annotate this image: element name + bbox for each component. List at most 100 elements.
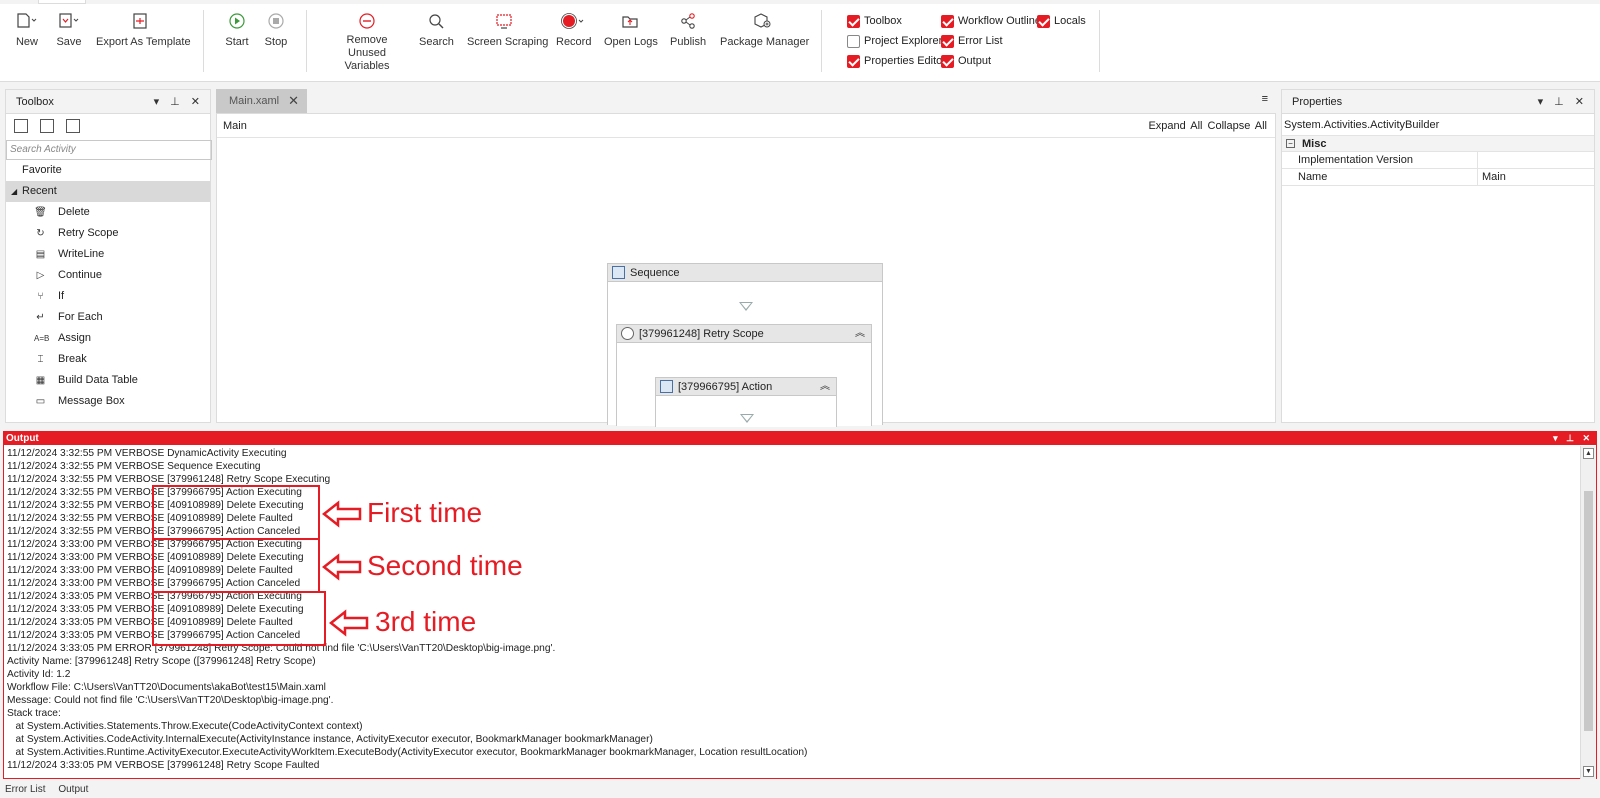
log-line: at System.Activities.CodeActivity.Intern…	[7, 734, 653, 745]
ribbon: New Save Export As Template Start Stop R…	[0, 0, 1600, 82]
toolbox-item-break[interactable]: ⌶ Break	[6, 349, 210, 370]
property-value[interactable]	[1477, 152, 1595, 169]
stop-button[interactable]: Stop	[263, 12, 289, 72]
output-checkbox[interactable]: Output	[941, 53, 991, 69]
annotation-second-time: Second time	[367, 550, 523, 581]
search-button[interactable]: Search	[419, 12, 454, 72]
highlight-box-second	[152, 538, 320, 593]
expand-all-link[interactable]: Expand All	[1148, 120, 1202, 132]
properties-panel: Properties ▾ ⊥ ✕ System.Activities.Activi…	[1281, 89, 1595, 423]
open-logs-button[interactable]: Open Logs	[604, 12, 658, 72]
package-manager-button[interactable]: Package Manager	[720, 12, 809, 72]
drop-target-arrow[interactable]	[739, 302, 753, 311]
toolbox-panel: Toolbox ▾ ⊥ ✕ Search Activity Favorite ◢ R…	[5, 89, 212, 423]
tree-recent[interactable]: ◢ Recent	[6, 181, 210, 202]
properties-editor-checkbox[interactable]: Properties Editor	[847, 53, 946, 69]
annotation-first-time: First time	[367, 497, 483, 528]
property-category[interactable]: − Misc	[1282, 136, 1594, 152]
project-explorer-checkbox[interactable]: Project Explorer	[847, 33, 942, 49]
log-line: 11/12/2024 3:33:05 PM VERBOSE [379961248…	[7, 760, 320, 771]
if-icon: ⑂	[37, 291, 44, 302]
message-box-icon: ▭	[35, 396, 46, 407]
log-line: Message: Could not find file 'C:\Users\V…	[7, 695, 334, 706]
publish-button[interactable]: Publish	[670, 12, 706, 72]
tab-output[interactable]: Output	[58, 784, 88, 795]
toolbox-item-build-data-table[interactable]: ▦ Build Data Table	[6, 370, 210, 391]
scroll-thumb[interactable]	[1584, 491, 1593, 731]
sequence-header: Sequence	[608, 264, 882, 282]
new-file-icon	[17, 13, 37, 28]
highlight-box-third	[152, 591, 326, 646]
for-each-icon: ↵	[36, 312, 45, 323]
retry-scope-activity[interactable]: [379961248] Retry Scope ︽ [379966795] Act…	[616, 324, 872, 427]
toolbox-item-assign[interactable]: A=B Assign	[6, 328, 210, 349]
collapse-all-icon[interactable]	[40, 119, 54, 133]
record-button[interactable]: Record	[556, 12, 591, 72]
toolbox-item-message-box[interactable]: ▭ Message Box	[6, 391, 210, 412]
assign-icon: A=B	[34, 334, 50, 343]
record-icon	[561, 13, 584, 29]
property-row[interactable]: Name Main	[1282, 169, 1594, 186]
save-button[interactable]: Save	[54, 12, 84, 72]
log-line: 11/12/2024 3:32:55 PM VERBOSE DynamicAct…	[7, 448, 287, 459]
toolbox-item-writeline[interactable]: ▤ WriteLine	[6, 244, 210, 265]
collapse-minus-icon: −	[1286, 139, 1295, 148]
property-row[interactable]: Implementation Version	[1282, 152, 1594, 169]
list-view-icon[interactable]	[66, 119, 80, 133]
start-button[interactable]: Start	[224, 12, 250, 72]
drop-target-arrow[interactable]	[740, 414, 754, 423]
export-template-button[interactable]: Export As Template	[96, 12, 191, 72]
expanded-triangle-icon: ◢	[11, 187, 18, 196]
scroll-up-icon[interactable]: ▲	[1583, 448, 1594, 459]
collapse-icon[interactable]: ︽	[855, 325, 865, 343]
panel-controls[interactable]: ▾ ⊥ ✕	[1538, 90, 1588, 114]
breadcrumb[interactable]: Main	[223, 120, 247, 132]
property-object-name: System.Activities.ActivityBuilder	[1282, 114, 1594, 136]
remove-icon	[359, 13, 375, 29]
collapse-icon[interactable]: ︽	[820, 378, 830, 396]
toolbox-item-if[interactable]: ⑂ If	[6, 286, 210, 307]
toolbox-item-for-each[interactable]: ↵ For Each	[6, 307, 210, 328]
expand-collapse-links: Expand All Collapse All	[1148, 120, 1267, 132]
output-scrollbar[interactable]: ▲ ▼	[1580, 446, 1596, 779]
share-icon	[681, 13, 695, 29]
package-icon	[754, 13, 771, 28]
tree-favorite[interactable]: Favorite	[6, 160, 210, 181]
action-activity[interactable]: [379966795] Action ︽	[655, 377, 837, 427]
collapse-all-link[interactable]: Collapse All	[1208, 120, 1267, 132]
arrow-left-icon	[329, 609, 369, 637]
property-value[interactable]: Main	[1477, 169, 1595, 186]
tab-error-list[interactable]: Error List	[5, 784, 46, 795]
panel-controls[interactable]: ▾ ⊥ ✕	[1553, 432, 1593, 445]
break-icon: ⌶	[37, 354, 44, 365]
tab-menu-icon[interactable]: ≡	[1262, 93, 1268, 105]
open-logs-icon	[622, 16, 638, 28]
save-icon	[59, 13, 79, 28]
screen-scraping-button[interactable]: Screen Scraping	[467, 12, 548, 72]
log-line: 11/12/2024 3:32:55 PM VERBOSE Sequence E…	[7, 461, 261, 472]
toolbox-item-continue[interactable]: ▷ Continue	[6, 265, 210, 286]
panel-controls[interactable]: ▾ ⊥ ✕	[154, 90, 204, 114]
locals-checkbox[interactable]: Locals	[1037, 13, 1086, 29]
tab-main-xaml[interactable]: Main.xaml ✕	[216, 89, 307, 113]
remove-unused-variables-button[interactable]: Remove Unused Variables	[326, 12, 408, 72]
arrow-left-icon	[322, 500, 362, 528]
close-icon[interactable]: ✕	[288, 89, 299, 113]
error-list-checkbox[interactable]: Error List	[941, 33, 1003, 49]
log-line: Activity Name: [379961248] Retry Scope (…	[7, 656, 316, 667]
retry-scope-icon	[621, 327, 634, 340]
search-activity-input[interactable]: Search Activity	[6, 140, 212, 160]
toolbox-checkbox[interactable]: Toolbox	[847, 13, 902, 29]
toolbox-item-retry-scope[interactable]: ↻ Retry Scope	[6, 223, 210, 244]
export-template-icon	[133, 13, 147, 29]
retry-scope-header: [379961248] Retry Scope ︽	[617, 325, 871, 343]
toolbox-item-delete[interactable]: 🗑 Delete	[6, 202, 210, 223]
log-line: Activity Id: 1.2	[7, 669, 71, 680]
workflow-designer: Main Expand All Collapse All Sequence [3…	[216, 113, 1276, 427]
sequence-activity[interactable]: Sequence [379961248] Retry Scope ︽ [37996…	[607, 263, 883, 427]
new-button[interactable]: New	[12, 12, 42, 72]
expand-all-icon[interactable]	[14, 119, 28, 133]
output-panel: Output ▾ ⊥ ✕ 11/12/2024 3:32:55 PM VERBOS…	[3, 431, 1597, 779]
scroll-down-icon[interactable]: ▼	[1583, 766, 1594, 777]
workflow-outline-checkbox[interactable]: Workflow Outline	[941, 13, 1041, 29]
